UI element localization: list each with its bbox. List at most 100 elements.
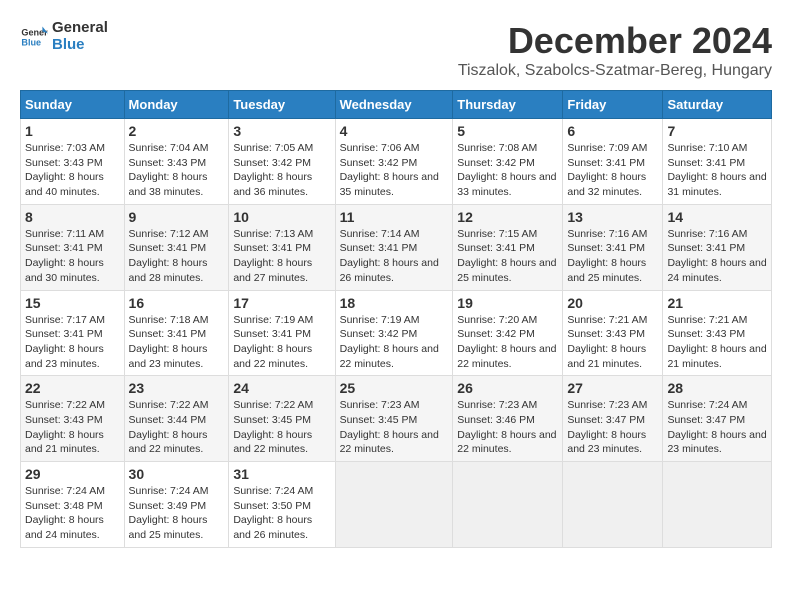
- day-number: 9: [129, 209, 225, 225]
- calendar-body: 1Sunrise: 7:03 AMSunset: 3:43 PMDaylight…: [21, 119, 772, 548]
- calendar-cell: 23 Sunrise: 7:22 AMSunset: 3:44 PMDayligh…: [124, 376, 229, 462]
- day-number: 15: [25, 295, 120, 311]
- logo: General Blue General Blue: [20, 20, 108, 53]
- day-info: Sunrise: 7:09 AMSunset: 3:41 PMDaylight:…: [567, 142, 647, 198]
- calendar-cell: 27Sunrise: 7:23 AMSunset: 3:47 PMDayligh…: [563, 376, 663, 462]
- day-number: 11: [340, 209, 449, 225]
- calendar-table: SundayMondayTuesdayWednesdayThursdayFrid…: [20, 90, 772, 548]
- day-number: 22: [25, 380, 120, 396]
- calendar-week-row: 15 Sunrise: 7:17 AMSunset: 3:41 PMDayligh…: [21, 290, 772, 376]
- calendar-cell: 4 Sunrise: 7:06 AMSunset: 3:42 PMDaylight…: [335, 119, 453, 205]
- day-number: 1: [25, 123, 120, 139]
- day-info: Sunrise: 7:16 AMSunset: 3:41 PMDaylight:…: [567, 228, 647, 284]
- calendar-cell: 11 Sunrise: 7:14 AMSunset: 3:41 PMDayligh…: [335, 204, 453, 290]
- title-area: December 2024 Tiszalok, Szabolcs-Szatmar…: [458, 20, 772, 80]
- header-cell-sunday: Sunday: [21, 91, 125, 119]
- calendar-week-row: 8 Sunrise: 7:11 AMSunset: 3:41 PMDaylight…: [21, 204, 772, 290]
- day-number: 3: [233, 123, 330, 139]
- day-number: 25: [340, 380, 449, 396]
- day-number: 14: [667, 209, 767, 225]
- day-number: 5: [457, 123, 558, 139]
- calendar-cell: 16 Sunrise: 7:18 AMSunset: 3:41 PMDayligh…: [124, 290, 229, 376]
- day-number: 23: [129, 380, 225, 396]
- header: General Blue General Blue December 2024 …: [20, 20, 772, 80]
- day-info: Sunrise: 7:23 AMSunset: 3:46 PMDaylight:…: [457, 399, 556, 455]
- calendar-week-row: 22Sunrise: 7:22 AMSunset: 3:43 PMDayligh…: [21, 376, 772, 462]
- day-info: Sunrise: 7:22 AMSunset: 3:44 PMDaylight:…: [129, 399, 209, 455]
- day-number: 10: [233, 209, 330, 225]
- day-number: 21: [667, 295, 767, 311]
- svg-text:Blue: Blue: [21, 37, 41, 47]
- day-number: 2: [129, 123, 225, 139]
- calendar-cell: 13Sunrise: 7:16 AMSunset: 3:41 PMDayligh…: [563, 204, 663, 290]
- calendar-cell: 26 Sunrise: 7:23 AMSunset: 3:46 PMDayligh…: [453, 376, 563, 462]
- day-info: Sunrise: 7:16 AMSunset: 3:41 PMDaylight:…: [667, 228, 766, 284]
- day-info: Sunrise: 7:19 AMSunset: 3:41 PMDaylight:…: [233, 314, 313, 370]
- day-info: Sunrise: 7:22 AMSunset: 3:45 PMDaylight:…: [233, 399, 313, 455]
- day-info: Sunrise: 7:24 AMSunset: 3:50 PMDaylight:…: [233, 485, 313, 541]
- header-cell-thursday: Thursday: [453, 91, 563, 119]
- header-cell-monday: Monday: [124, 91, 229, 119]
- day-info: Sunrise: 7:17 AMSunset: 3:41 PMDaylight:…: [25, 314, 105, 370]
- calendar-cell: 18Sunrise: 7:19 AMSunset: 3:42 PMDayligh…: [335, 290, 453, 376]
- calendar-cell: [563, 462, 663, 548]
- day-info: Sunrise: 7:05 AMSunset: 3:42 PMDaylight:…: [233, 142, 313, 198]
- calendar-cell: 1Sunrise: 7:03 AMSunset: 3:43 PMDaylight…: [21, 119, 125, 205]
- header-cell-saturday: Saturday: [663, 91, 772, 119]
- calendar-cell: 31 Sunrise: 7:24 AMSunset: 3:50 PMDayligh…: [229, 462, 335, 548]
- day-info: Sunrise: 7:15 AMSunset: 3:41 PMDaylight:…: [457, 228, 556, 284]
- day-number: 29: [25, 466, 120, 482]
- calendar-week-row: 1Sunrise: 7:03 AMSunset: 3:43 PMDaylight…: [21, 119, 772, 205]
- day-number: 4: [340, 123, 449, 139]
- day-number: 17: [233, 295, 330, 311]
- day-number: 30: [129, 466, 225, 482]
- day-info: Sunrise: 7:14 AMSunset: 3:41 PMDaylight:…: [340, 228, 439, 284]
- calendar-cell: 21 Sunrise: 7:21 AMSunset: 3:43 PMDayligh…: [663, 290, 772, 376]
- calendar-week-row: 29 Sunrise: 7:24 AMSunset: 3:48 PMDayligh…: [21, 462, 772, 548]
- day-number: 8: [25, 209, 120, 225]
- day-number: 31: [233, 466, 330, 482]
- logo-icon: General Blue: [20, 23, 48, 51]
- day-number: 18: [340, 295, 449, 311]
- calendar-cell: 7 Sunrise: 7:10 AMSunset: 3:41 PMDaylight…: [663, 119, 772, 205]
- main-title: December 2024: [458, 20, 772, 62]
- day-number: 20: [567, 295, 658, 311]
- subtitle: Tiszalok, Szabolcs-Szatmar-Bereg, Hungar…: [458, 62, 772, 80]
- day-number: 27: [567, 380, 658, 396]
- calendar-cell: 24 Sunrise: 7:22 AMSunset: 3:45 PMDayligh…: [229, 376, 335, 462]
- day-info: Sunrise: 7:23 AMSunset: 3:45 PMDaylight:…: [340, 399, 439, 455]
- header-row: SundayMondayTuesdayWednesdayThursdayFrid…: [21, 91, 772, 119]
- day-info: Sunrise: 7:12 AMSunset: 3:41 PMDaylight:…: [129, 228, 209, 284]
- calendar-cell: 2Sunrise: 7:04 AMSunset: 3:43 PMDaylight…: [124, 119, 229, 205]
- calendar-cell: 14 Sunrise: 7:16 AMSunset: 3:41 PMDayligh…: [663, 204, 772, 290]
- calendar-cell: 29 Sunrise: 7:24 AMSunset: 3:48 PMDayligh…: [21, 462, 125, 548]
- day-number: 28: [667, 380, 767, 396]
- calendar-cell: 22Sunrise: 7:22 AMSunset: 3:43 PMDayligh…: [21, 376, 125, 462]
- day-info: Sunrise: 7:24 AMSunset: 3:48 PMDaylight:…: [25, 485, 105, 541]
- calendar-cell: 28 Sunrise: 7:24 AMSunset: 3:47 PMDayligh…: [663, 376, 772, 462]
- calendar-cell: 10Sunrise: 7:13 AMSunset: 3:41 PMDayligh…: [229, 204, 335, 290]
- day-number: 19: [457, 295, 558, 311]
- day-info: Sunrise: 7:11 AMSunset: 3:41 PMDaylight:…: [25, 228, 104, 284]
- calendar-cell: 12 Sunrise: 7:15 AMSunset: 3:41 PMDayligh…: [453, 204, 563, 290]
- calendar-cell: 17 Sunrise: 7:19 AMSunset: 3:41 PMDayligh…: [229, 290, 335, 376]
- calendar-cell: 8 Sunrise: 7:11 AMSunset: 3:41 PMDaylight…: [21, 204, 125, 290]
- day-info: Sunrise: 7:24 AMSunset: 3:49 PMDaylight:…: [129, 485, 209, 541]
- day-number: 26: [457, 380, 558, 396]
- day-info: Sunrise: 7:21 AMSunset: 3:43 PMDaylight:…: [667, 314, 766, 370]
- day-info: Sunrise: 7:08 AMSunset: 3:42 PMDaylight:…: [457, 142, 556, 198]
- calendar-cell: 5 Sunrise: 7:08 AMSunset: 3:42 PMDaylight…: [453, 119, 563, 205]
- day-number: 24: [233, 380, 330, 396]
- day-info: Sunrise: 7:10 AMSunset: 3:41 PMDaylight:…: [667, 142, 766, 198]
- header-cell-wednesday: Wednesday: [335, 91, 453, 119]
- day-number: 7: [667, 123, 767, 139]
- logo-blue: Blue: [52, 37, 108, 54]
- day-info: Sunrise: 7:20 AMSunset: 3:42 PMDaylight:…: [457, 314, 556, 370]
- calendar-header: SundayMondayTuesdayWednesdayThursdayFrid…: [21, 91, 772, 119]
- day-number: 16: [129, 295, 225, 311]
- day-info: Sunrise: 7:18 AMSunset: 3:41 PMDaylight:…: [129, 314, 209, 370]
- day-number: 12: [457, 209, 558, 225]
- day-info: Sunrise: 7:24 AMSunset: 3:47 PMDaylight:…: [667, 399, 766, 455]
- day-info: Sunrise: 7:06 AMSunset: 3:42 PMDaylight:…: [340, 142, 439, 198]
- logo-general: General: [52, 20, 108, 37]
